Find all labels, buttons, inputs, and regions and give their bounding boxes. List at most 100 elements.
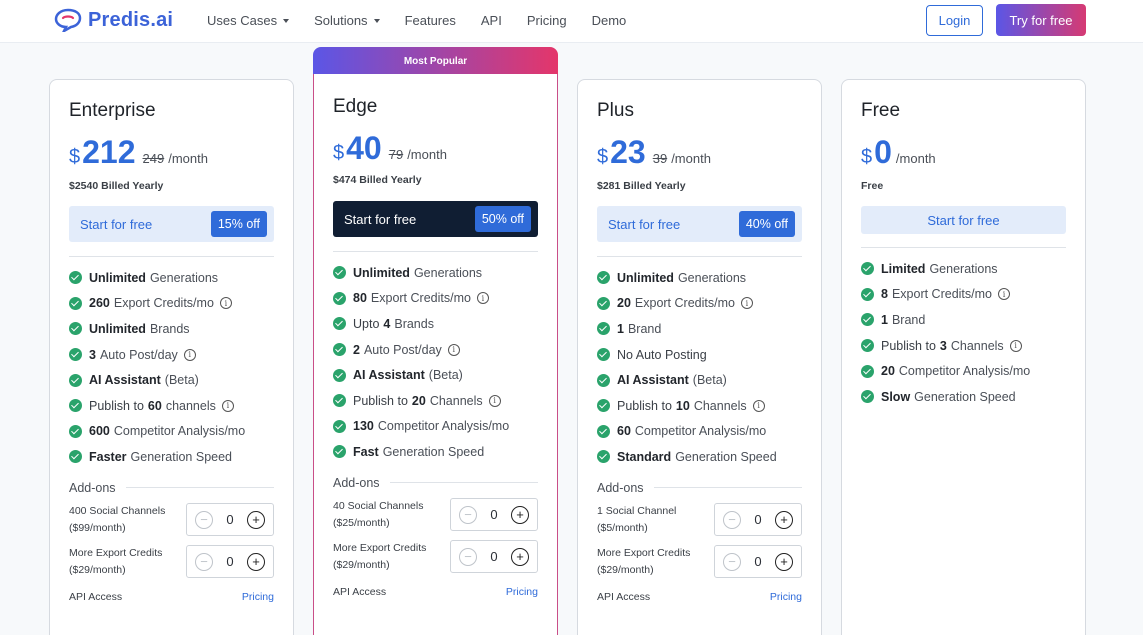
feature-text: Competitor Analysis/mo <box>634 424 767 439</box>
check-circle-icon <box>69 424 82 438</box>
info-icon[interactable]: i <box>752 399 765 412</box>
info-icon[interactable]: i <box>476 292 489 305</box>
plan-card-free: Free $0/month Free Start for free Limited Gen… <box>841 79 1086 635</box>
quantity-stepper[interactable]: −0 + <box>186 545 274 579</box>
info-icon[interactable]: i <box>219 297 232 310</box>
feature-text: Competitor Analysis/mo <box>898 364 1031 379</box>
minus-icon[interactable]: − <box>195 510 213 529</box>
check-circle-icon <box>597 348 610 362</box>
info-icon[interactable]: i <box>447 343 460 356</box>
feature-text: Export Credits/mo <box>370 291 471 306</box>
start-for-free-button[interactable]: Start for free 50% off <box>333 201 538 237</box>
plan-name: Plus <box>597 100 634 121</box>
feature-list: Unlimited Generations 260 Export Credits/mo… <box>69 265 274 470</box>
addons-divider <box>389 482 538 484</box>
check-circle-icon <box>861 262 874 276</box>
api-access-label: API Access <box>69 590 123 603</box>
info-icon[interactable]: i <box>221 399 234 412</box>
addon-row: 400 Social Channels ($99/month) −0 + <box>69 503 274 537</box>
feature-item: 3 Auto Post/day i <box>69 342 274 368</box>
nav-link-label: API <box>480 13 502 28</box>
info-icon[interactable]: i <box>488 394 501 407</box>
nav-link-solutions[interactable]: Solutions <box>314 13 380 28</box>
minus-icon[interactable]: − <box>723 510 741 529</box>
feature-item: 260 Export Credits/mo i <box>69 291 274 317</box>
brand-logo[interactable]: Predis.ai <box>54 8 173 32</box>
nav-link-features[interactable]: Features <box>405 13 456 28</box>
check-circle-icon <box>861 339 874 353</box>
check-circle-icon <box>333 343 346 357</box>
check-circle-icon <box>333 419 346 433</box>
feature-item: 130 Competitor Analysis/mo <box>333 414 538 440</box>
plus-icon[interactable]: + <box>510 547 529 566</box>
info-icon[interactable]: i <box>1009 339 1022 352</box>
quantity-stepper[interactable]: −0 + <box>714 503 802 537</box>
addon-row: More Export Credits ($29/month) −0 + <box>333 540 538 574</box>
plus-icon[interactable]: + <box>510 505 529 524</box>
pricing-link[interactable]: Pricing <box>770 591 802 603</box>
feature-text: Brand <box>891 312 926 327</box>
quantity-stepper[interactable]: −0 + <box>450 540 538 574</box>
minus-icon[interactable]: − <box>459 547 477 566</box>
check-circle-icon <box>597 296 610 310</box>
login-button[interactable]: Login <box>926 5 983 36</box>
nav-link-pricing[interactable]: Pricing <box>527 13 567 28</box>
feature-highlight: Unlimited <box>353 265 410 280</box>
info-icon[interactable]: i <box>997 288 1010 301</box>
start-for-free-button[interactable]: Start for free 15% off <box>69 206 274 242</box>
feature-item: 20 Export Credits/mo i <box>597 291 802 317</box>
currency-symbol: $ <box>861 146 873 168</box>
nav-link-api[interactable]: API <box>481 13 502 28</box>
plus-icon[interactable]: + <box>774 552 793 571</box>
api-access-label: API Access <box>333 585 387 598</box>
info-icon[interactable]: i <box>740 297 753 310</box>
price-period: /month <box>407 147 447 162</box>
plus-icon[interactable]: + <box>246 552 265 571</box>
feature-text: Export Credits/mo <box>113 296 214 311</box>
feature-highlight: 60 <box>617 424 631 439</box>
discount-badge: 15% off <box>210 211 267 237</box>
old-price: 39 <box>652 151 668 166</box>
cta-label: Start for free <box>927 212 1000 228</box>
check-circle-icon <box>597 424 610 438</box>
feature-highlight: Faster <box>89 449 127 464</box>
brand-name: Predis.ai <box>88 8 174 31</box>
feature-highlight: 80 <box>353 291 367 306</box>
feature-text: Generations <box>929 261 998 276</box>
nav-link-demo[interactable]: Demo <box>592 13 627 28</box>
addons-title: Add-ons <box>69 480 116 495</box>
feature-item: Publish to 3 Channels i <box>861 333 1066 359</box>
nav-link-use-cases[interactable]: Uses Cases <box>207 13 290 28</box>
quantity-stepper[interactable]: −0 + <box>450 498 538 532</box>
addon-name: 40 Social Channels <box>333 499 424 512</box>
plus-icon[interactable]: + <box>774 510 793 529</box>
start-for-free-button[interactable]: Start for free <box>861 206 1066 234</box>
quantity-stepper[interactable]: −0 + <box>714 545 802 579</box>
plus-icon[interactable]: + <box>246 510 265 529</box>
minus-icon[interactable]: − <box>459 505 477 524</box>
feature-text: (Beta) <box>164 373 199 388</box>
info-icon[interactable]: i <box>183 348 196 361</box>
divider <box>333 251 538 252</box>
start-for-free-button[interactable]: Start for free 40% off <box>597 206 802 242</box>
cta-label: Start for free <box>80 216 153 232</box>
feature-item: Publish to 60 channels i <box>69 393 274 419</box>
check-circle-icon <box>597 399 610 413</box>
feature-highlight: Unlimited <box>89 321 146 336</box>
pricing-link[interactable]: Pricing <box>506 586 538 598</box>
minus-icon[interactable]: − <box>195 552 213 571</box>
price-amount: 40 <box>346 130 382 166</box>
feature-text: Brand <box>627 321 662 336</box>
try-for-free-button[interactable]: Try for free <box>996 4 1086 36</box>
addon-row: 1 Social Channel ($5/month) −0 + <box>597 503 802 537</box>
minus-icon[interactable]: − <box>723 552 741 571</box>
pricing-link[interactable]: Pricing <box>242 591 274 603</box>
plan-name: Edge <box>333 96 378 117</box>
feature-text: Brands <box>394 316 434 331</box>
feature-item: Publish to 20 Channels i <box>333 388 538 414</box>
quantity-stepper[interactable]: −0 + <box>186 503 274 537</box>
addon-row: 40 Social Channels ($25/month) −0 + <box>333 498 538 532</box>
feature-highlight: 130 <box>353 419 374 434</box>
feature-highlight: 260 <box>89 296 110 311</box>
discount-badge: 40% off <box>738 211 795 237</box>
